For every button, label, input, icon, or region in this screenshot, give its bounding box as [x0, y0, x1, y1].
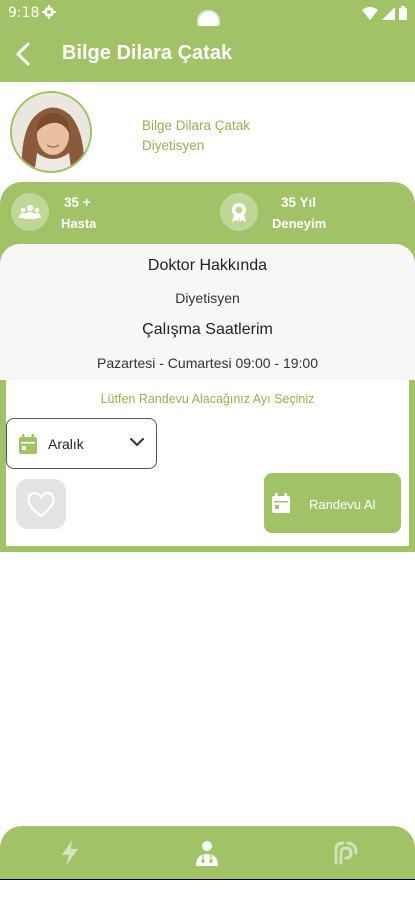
calendar-icon: [272, 493, 290, 513]
working-hours-heading: Çalışma Saatlerim: [142, 321, 273, 338]
profile-role: Diyetisyen: [142, 138, 205, 153]
nav-item-flash[interactable]: [54, 838, 86, 868]
status-icons: [362, 6, 407, 20]
patients-stat-icon-wrap: [11, 193, 49, 231]
wifi-icon: [362, 6, 378, 20]
broadcast-icon: [334, 841, 358, 865]
profile-name: Bilge Dilara Çatak: [142, 118, 251, 133]
app-header: Bilge Dilara Çatak: [0, 26, 415, 82]
page-title: Bilge Dilara Çatak: [62, 42, 233, 64]
doctor-icon: [196, 841, 218, 866]
back-arrow-icon: [16, 42, 30, 66]
people-icon: [19, 204, 41, 219]
settings-gear-icon: [42, 5, 56, 19]
chevron-down-icon: [130, 438, 144, 446]
calendar-icon: [19, 434, 37, 454]
experience-stat-label: Deneyim: [272, 216, 327, 231]
experience-stat-value: 35 Yıl: [281, 195, 317, 210]
experience-stat-icon-wrap: [220, 193, 258, 231]
selected-month: Aralık: [48, 436, 84, 452]
doctor-avatar: [10, 91, 92, 173]
lightning-icon: [62, 840, 78, 866]
back-button[interactable]: [10, 40, 36, 68]
month-select[interactable]: Aralık: [6, 418, 157, 469]
about-heading: Doktor Hakkında: [147, 257, 268, 274]
heart-icon: [27, 491, 55, 517]
bottom-nav: [0, 826, 415, 880]
avatar-portrait-icon: [12, 93, 90, 171]
gesture-area: [0, 880, 415, 900]
favorite-button[interactable]: [16, 479, 66, 529]
battery-icon: [399, 6, 407, 20]
book-appointment-button[interactable]: Randevu Al: [264, 473, 401, 533]
about-specialty: Diyetisyen: [175, 290, 240, 306]
nav-item-broadcast[interactable]: [330, 838, 362, 868]
patients-stat-value: 35 +: [64, 195, 91, 210]
working-hours-text: Pazartesi - Cumartesi 09:00 - 19:00: [97, 355, 318, 371]
nav-item-doctor[interactable]: [191, 838, 223, 868]
status-time: 9:18: [8, 5, 40, 21]
award-icon: [232, 203, 246, 222]
booking-prompt: Lütfen Randevu Alacağınız Ayı Seçiniz: [100, 392, 315, 406]
signal-icon: [382, 6, 395, 20]
book-appointment-label: Randevu Al: [309, 497, 376, 512]
patients-stat-label: Hasta: [61, 216, 97, 231]
